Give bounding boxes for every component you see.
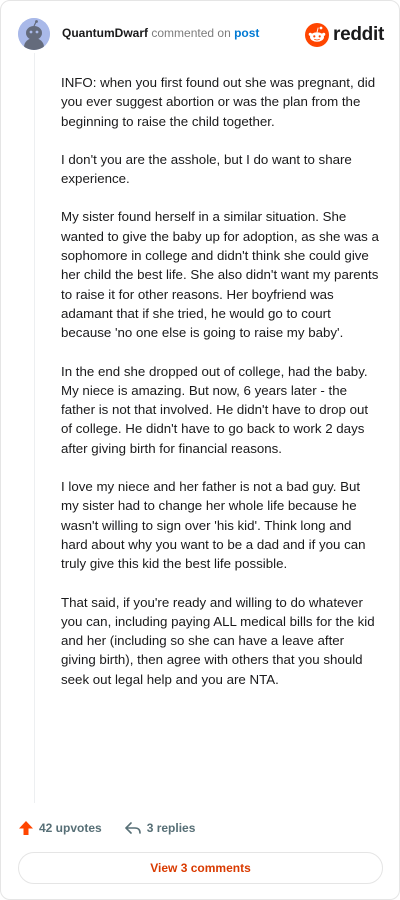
comment-card: QuantumDwarf commented on post reddit IN… bbox=[0, 0, 400, 900]
comment-paragraph: I love my niece and her father is not a … bbox=[61, 479, 366, 572]
username-link[interactable]: QuantumDwarf bbox=[62, 26, 148, 40]
comment-paragraph: That said, if you're ready and willing t… bbox=[61, 594, 375, 687]
comment-paragraph: INFO: when you first found out she was p… bbox=[61, 75, 376, 129]
reddit-snoo-icon bbox=[305, 23, 330, 47]
reddit-logo[interactable]: reddit bbox=[305, 22, 384, 48]
reply-arrow-icon bbox=[124, 822, 141, 834]
post-link[interactable]: post bbox=[234, 26, 259, 40]
reply-count: 3 replies bbox=[146, 821, 196, 835]
upvote-button[interactable]: 42 upvotes bbox=[18, 820, 102, 836]
view-comments-button[interactable]: View 3 comments bbox=[18, 852, 383, 884]
action-text: commented on bbox=[151, 26, 231, 40]
upvote-count: 42 upvotes bbox=[39, 821, 102, 835]
brand-name: reddit bbox=[333, 24, 384, 45]
byline: QuantumDwarf commented on post bbox=[62, 26, 259, 40]
comment-paragraph: In the end she dropped out of college, h… bbox=[61, 363, 369, 456]
user-avatar-icon[interactable] bbox=[18, 18, 50, 50]
comment-paragraph: I don't you are the asshole, but I do wa… bbox=[61, 151, 352, 187]
thread-line[interactable] bbox=[34, 53, 35, 803]
comment-header: QuantumDwarf commented on post reddit bbox=[18, 16, 384, 50]
replies-button[interactable]: 3 replies bbox=[124, 820, 196, 836]
comment-paragraph: My sister found herself in a similar sit… bbox=[61, 209, 379, 341]
comment-body: INFO: when you first found out she was p… bbox=[61, 73, 381, 708]
comment-actions: 42 upvotes 3 replies bbox=[18, 818, 217, 838]
upvote-arrow-icon bbox=[19, 821, 33, 835]
